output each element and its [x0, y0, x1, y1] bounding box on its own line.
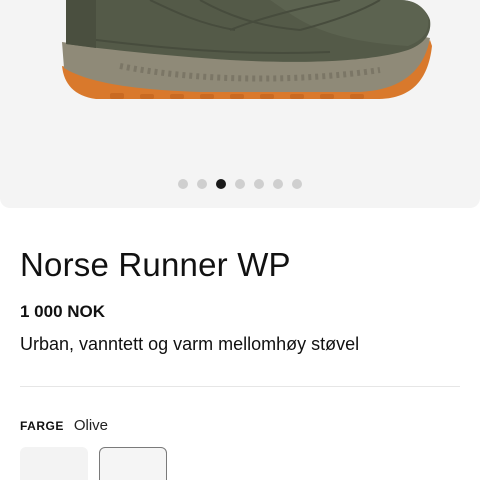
carousel-dot-5[interactable]: [254, 179, 264, 189]
divider: [20, 386, 460, 387]
product-image[interactable]: [0, 0, 480, 208]
color-swatches: [20, 447, 167, 480]
carousel-dot-7[interactable]: [292, 179, 302, 189]
product-image-gallery[interactable]: [0, 0, 480, 208]
product-price: 1 000 NOK: [20, 302, 106, 321]
carousel-dot-1[interactable]: [178, 179, 188, 189]
product-description: Urban, vanntett og varm mellomhøy støvel: [20, 334, 360, 354]
color-swatch-variant-1[interactable]: [20, 447, 88, 480]
color-swatch-olive[interactable]: [99, 447, 167, 480]
carousel-dot-6[interactable]: [273, 179, 283, 189]
carousel-dots: [0, 179, 480, 191]
carousel-dot-4[interactable]: [235, 179, 245, 189]
carousel-dot-3[interactable]: [216, 179, 226, 189]
color-value: Olive: [73, 417, 109, 434]
carousel-dot-2[interactable]: [197, 179, 207, 189]
color-selector-header: FARGE Olive: [20, 417, 108, 434]
product-title: Norse Runner WP: [20, 246, 291, 283]
color-label: FARGE: [20, 419, 64, 433]
